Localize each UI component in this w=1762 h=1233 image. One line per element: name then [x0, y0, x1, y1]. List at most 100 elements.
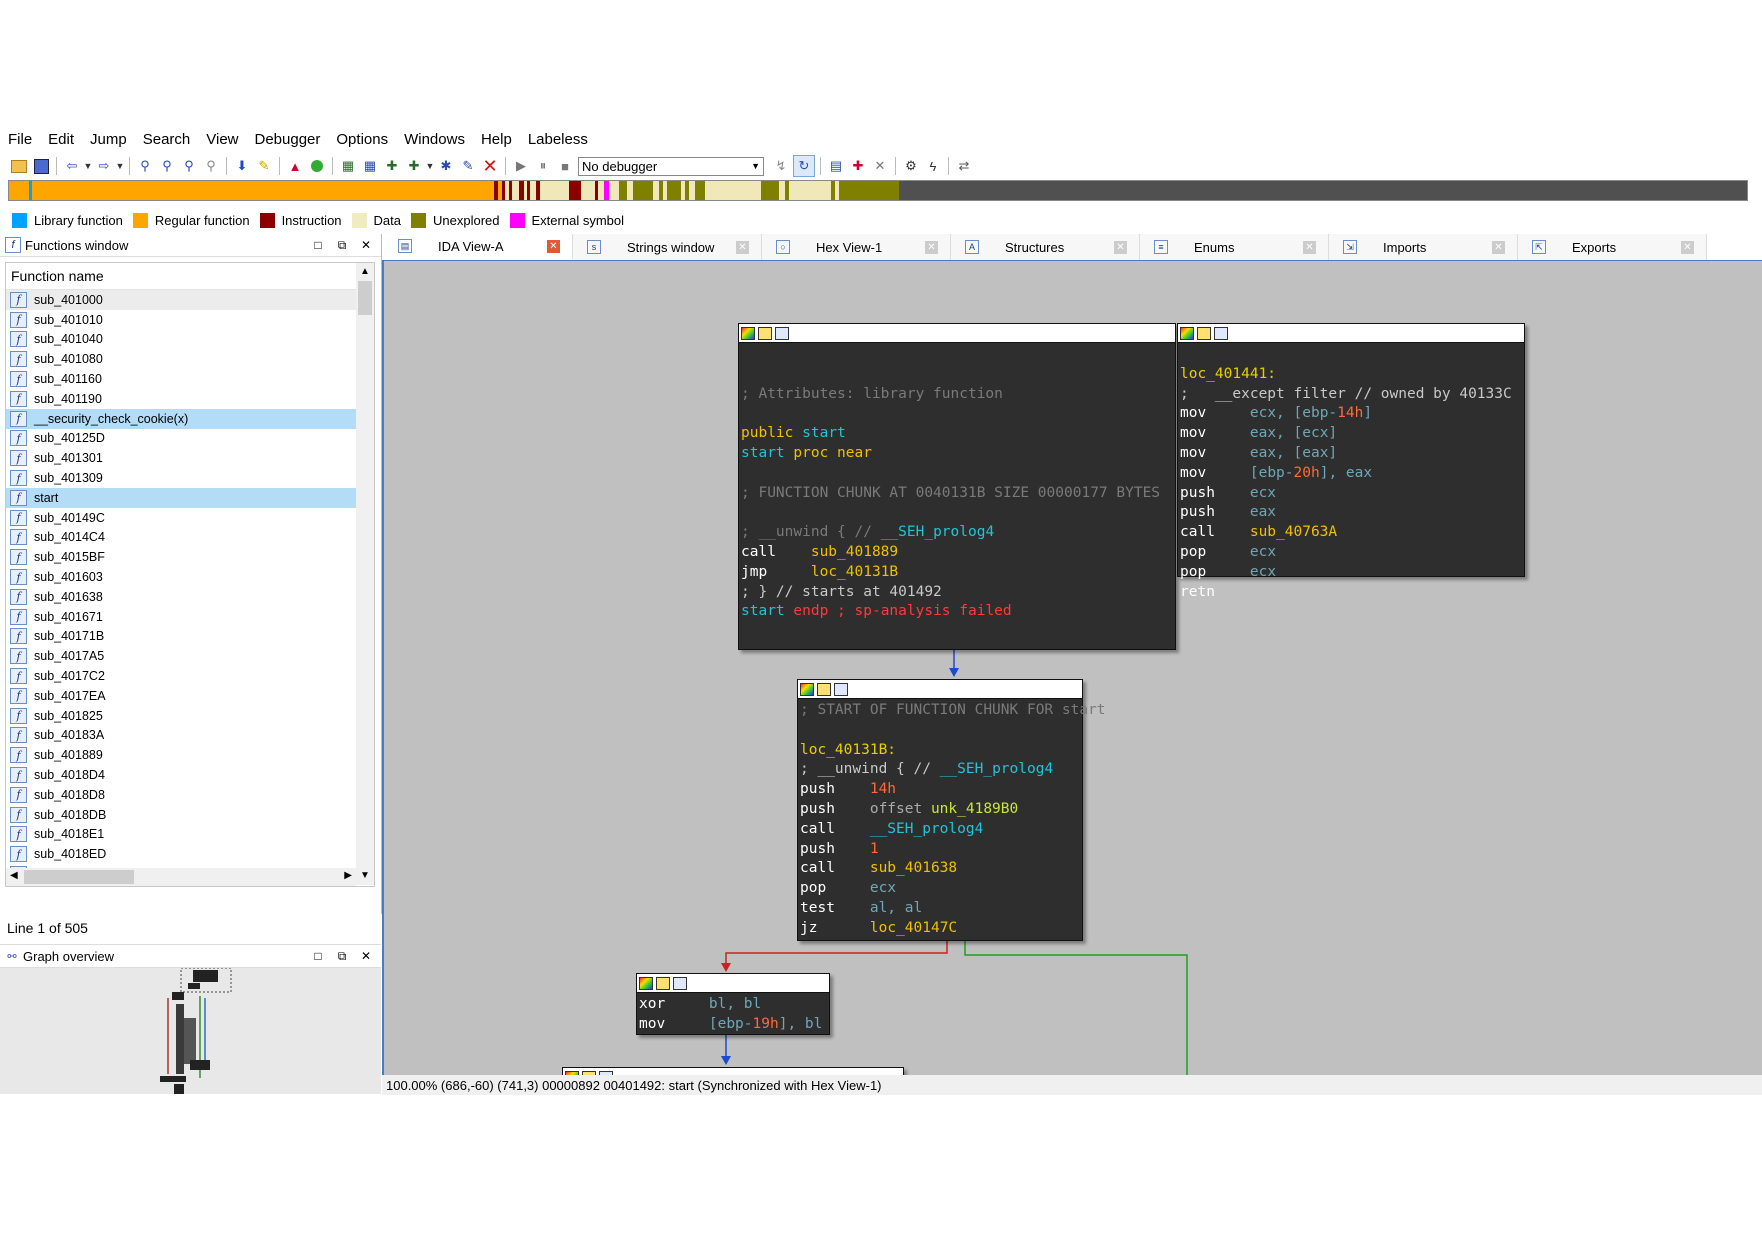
navigation-band[interactable] — [8, 180, 1748, 201]
graph-view[interactable]: ; Attributes: library function public st… — [382, 260, 1762, 1076]
run-icon[interactable]: ▶ — [511, 156, 531, 176]
menu-file[interactable]: File — [0, 131, 40, 148]
function-name[interactable]: start — [741, 445, 785, 461]
graph-node-chunk[interactable]: ; START OF FUNCTION CHUNK FOR start loc_… — [797, 679, 1106, 941]
function-row[interactable]: f sub_4015BF — [6, 547, 356, 567]
rename-icon[interactable] — [817, 682, 831, 696]
rename-icon[interactable] — [1197, 326, 1211, 340]
pause-icon[interactable]: ⏸ — [533, 156, 553, 176]
menu-windows[interactable]: Windows — [396, 131, 473, 148]
mark-position-icon[interactable]: ✎ — [254, 156, 274, 176]
function-row[interactable]: f sub_401160 — [6, 369, 356, 389]
scroll-up-icon[interactable]: ▲ — [356, 263, 374, 281]
function-row[interactable]: f sub_40149C — [6, 508, 356, 528]
function-row[interactable]: f sub_401080 — [6, 349, 356, 369]
menu-search[interactable]: Search — [135, 131, 199, 148]
function-row[interactable]: f sub_4018D4 — [6, 765, 356, 785]
rename-icon[interactable] — [656, 976, 670, 990]
search-text-icon[interactable]: ⚲ — [157, 156, 177, 176]
color-icon[interactable] — [1180, 326, 1194, 340]
function-row[interactable]: f sub_401301 — [6, 448, 356, 468]
green-circle-icon[interactable] — [307, 156, 327, 176]
data-icon[interactable]: ▦ — [360, 156, 380, 176]
close-icon[interactable]: ✕ — [1114, 240, 1127, 254]
close-icon[interactable]: ✕ — [925, 240, 938, 254]
float-icon[interactable]: ⧉ — [335, 949, 349, 964]
color-icon[interactable] — [741, 326, 755, 340]
code-icon[interactable]: ▦ — [338, 156, 358, 176]
menu-labeless[interactable]: Labeless — [520, 131, 596, 148]
function-row[interactable]: f sub_401889 — [6, 745, 356, 765]
functions-list[interactable]: Function name f sub_401000 f sub_401010 f sub… — [5, 262, 375, 887]
forward-dropdown-icon[interactable]: ▼ — [115, 161, 125, 171]
function-row[interactable]: f sub_40183A — [6, 726, 356, 746]
graph-node-start[interactable]: ; Attributes: library function public st… — [738, 323, 1176, 650]
function-row[interactable]: f sub_401190 — [6, 389, 356, 409]
vertical-scrollbar[interactable]: ▲ ▼ — [356, 263, 374, 885]
function-row[interactable]: f sub_4017A5 — [6, 646, 356, 666]
graph-icon[interactable]: ▲ — [285, 156, 305, 176]
menu-help[interactable]: Help — [473, 131, 520, 148]
close-icon[interactable]: ✕ — [1303, 240, 1316, 254]
collapse-icon[interactable] — [1214, 326, 1228, 340]
menu-edit[interactable]: Edit — [40, 131, 82, 148]
graph-overview-canvas[interactable] — [0, 968, 381, 1094]
tab-imports[interactable]: ⇲ Imports ✕ — [1329, 234, 1518, 260]
rename-icon[interactable] — [758, 326, 772, 340]
graph-node-except-filter[interactable]: loc_401441: ; __except filter // owned b… — [1177, 323, 1525, 600]
restore-icon[interactable]: □ — [311, 949, 325, 963]
function-row[interactable]: f start — [6, 487, 356, 508]
close-icon[interactable]: ✕ — [1681, 240, 1694, 254]
scroll-thumb[interactable] — [358, 281, 372, 315]
graph-node-xor[interactable]: xor bl, bl mov [ebp-19h], bl — [636, 973, 830, 1035]
function-row[interactable]: f sub_401040 — [6, 330, 356, 350]
collapse-icon[interactable] — [673, 976, 687, 990]
function-row[interactable]: f sub_40125D — [6, 429, 356, 449]
function-row[interactable]: f sub_4014C4 — [6, 528, 356, 548]
color-icon[interactable] — [800, 682, 814, 696]
close-icon[interactable]: ✕ — [547, 239, 560, 253]
open-icon[interactable] — [9, 156, 29, 176]
array-icon[interactable]: ✚ — [404, 156, 424, 176]
save-icon[interactable] — [31, 156, 51, 176]
column-header-function-name[interactable]: Function name — [6, 263, 374, 290]
tab-enums[interactable]: ≡ Enums ✕ — [1140, 234, 1329, 260]
function-row[interactable]: f sub_401825 — [6, 706, 356, 726]
tab-structures[interactable]: A Structures ✕ — [951, 234, 1140, 260]
string-icon[interactable]: ✚ — [382, 156, 402, 176]
function-row[interactable]: f sub_4018ED — [6, 844, 356, 864]
jump-down-icon[interactable]: ⬇ — [232, 156, 252, 176]
list-icon[interactable]: ▤ — [826, 156, 846, 176]
array-dropdown-icon[interactable]: ▼ — [425, 161, 435, 171]
symbol[interactable]: __SEH_prolog4 — [881, 524, 995, 540]
operand[interactable]: __SEH_prolog4 — [870, 821, 984, 837]
search-binary-icon[interactable]: ⚲ — [135, 156, 155, 176]
symbol[interactable]: __SEH_prolog4 — [940, 761, 1054, 777]
menu-view[interactable]: View — [198, 131, 246, 148]
function-name[interactable]: start — [741, 603, 785, 619]
function-row[interactable]: f sub_401671 — [6, 607, 356, 627]
swap-icon[interactable]: ⇄ — [954, 156, 974, 176]
close-icon[interactable]: ✕ — [359, 238, 373, 252]
operand[interactable]: sub_40763A — [1250, 524, 1337, 540]
tab-hex-view-1[interactable]: ○ Hex View-1 ✕ — [762, 234, 951, 260]
operand[interactable]: loc_40131B — [811, 564, 898, 580]
function-row[interactable]: f sub_401603 — [6, 567, 356, 587]
function-row[interactable]: f sub_401309 — [6, 468, 356, 488]
operand[interactable]: unk_4189B0 — [931, 801, 1018, 817]
scroll-down-icon[interactable]: ▼ — [356, 867, 374, 885]
function-row[interactable]: f sub_4018D8 — [6, 785, 356, 805]
gear-icon[interactable]: ⚙ — [901, 156, 921, 176]
step-icon[interactable]: ↯ — [771, 156, 791, 176]
function-row[interactable]: f sub_401638 — [6, 587, 356, 607]
edit-icon[interactable]: ✎ — [458, 156, 478, 176]
delete-breakpoint-icon[interactable]: ✕ — [870, 156, 890, 176]
back-icon[interactable]: ⇦ — [62, 156, 82, 176]
debugger-select[interactable]: No debugger ▼ — [578, 156, 764, 176]
close-icon[interactable]: ✕ — [1492, 240, 1505, 254]
stop-icon[interactable]: ■ — [555, 156, 575, 176]
close-icon[interactable]: ✕ — [736, 240, 749, 254]
scroll-left-icon[interactable]: ◀ — [10, 870, 18, 881]
search-immediate-icon[interactable]: ⚲ — [179, 156, 199, 176]
tab-strings-window[interactable]: s Strings window ✕ — [573, 234, 762, 260]
